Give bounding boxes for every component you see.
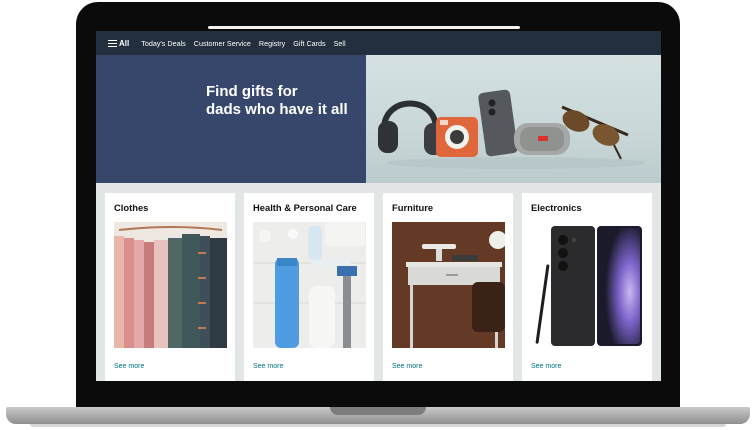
electronics-image[interactable] — [531, 222, 644, 348]
see-more-link[interactable]: See more — [531, 363, 561, 370]
all-menu-button[interactable]: All — [108, 39, 129, 48]
sunglasses-icon — [561, 105, 629, 160]
hero-title-line-1: Find gifts for — [206, 83, 298, 100]
category-card-health[interactable]: Health & Personal Care See more — [244, 193, 374, 381]
nav-link-sell[interactable]: Sell — [334, 39, 346, 48]
phone-icon — [478, 89, 518, 157]
hero-title-line-2: dads who have it all — [206, 101, 348, 118]
hero-banner[interactable]: Find gifts for dads who have it all — [96, 55, 661, 183]
all-menu-label: All — [119, 38, 130, 48]
hero-product-image — [366, 55, 661, 183]
laptop-hinge-notch — [330, 407, 426, 415]
nav-link-registry[interactable]: Registry — [259, 39, 285, 48]
hero-text-panel: Find gifts for dads who have it all — [96, 55, 366, 183]
furniture-image[interactable] — [392, 222, 505, 348]
speaker-icon — [514, 123, 570, 155]
health-image[interactable] — [253, 222, 366, 348]
laptop-base-shadow — [30, 424, 726, 427]
browser-screen: All Today's Deals Customer Service Regis… — [96, 31, 661, 381]
headphones-icon — [378, 100, 444, 155]
category-cards: Clothes See more Health & Personal Care … — [96, 193, 661, 381]
card-title: Furniture — [392, 202, 434, 213]
instant-camera-icon — [436, 117, 478, 157]
see-more-link[interactable]: See more — [392, 363, 422, 370]
nav-bar: All Today's Deals Customer Service Regis… — [96, 31, 661, 55]
see-more-link[interactable]: See more — [114, 363, 144, 370]
category-card-furniture[interactable]: Furniture See more — [383, 193, 513, 381]
folded-pants-photo — [114, 222, 227, 348]
see-more-link[interactable]: See more — [253, 363, 283, 370]
camera-bar — [208, 26, 520, 29]
card-title: Electronics — [531, 202, 582, 213]
hamburger-icon — [108, 39, 117, 47]
category-card-clothes[interactable]: Clothes See more — [105, 193, 235, 381]
category-card-electronics[interactable]: Electronics See more — [522, 193, 652, 381]
smartphone-photo — [531, 222, 644, 348]
nav-link-customer-service[interactable]: Customer Service — [194, 39, 251, 48]
nav-link-todays-deals[interactable]: Today's Deals — [141, 39, 186, 48]
card-title: Clothes — [114, 202, 149, 213]
hero-title: Find gifts for dads who have it all — [206, 83, 366, 119]
desk-photo — [392, 222, 505, 348]
toiletries-photo — [253, 222, 366, 348]
nav-link-gift-cards[interactable]: Gift Cards — [293, 39, 325, 48]
card-title: Health & Personal Care — [253, 202, 357, 213]
gift-products-illustration — [378, 89, 646, 169]
clothes-image[interactable] — [114, 222, 227, 348]
